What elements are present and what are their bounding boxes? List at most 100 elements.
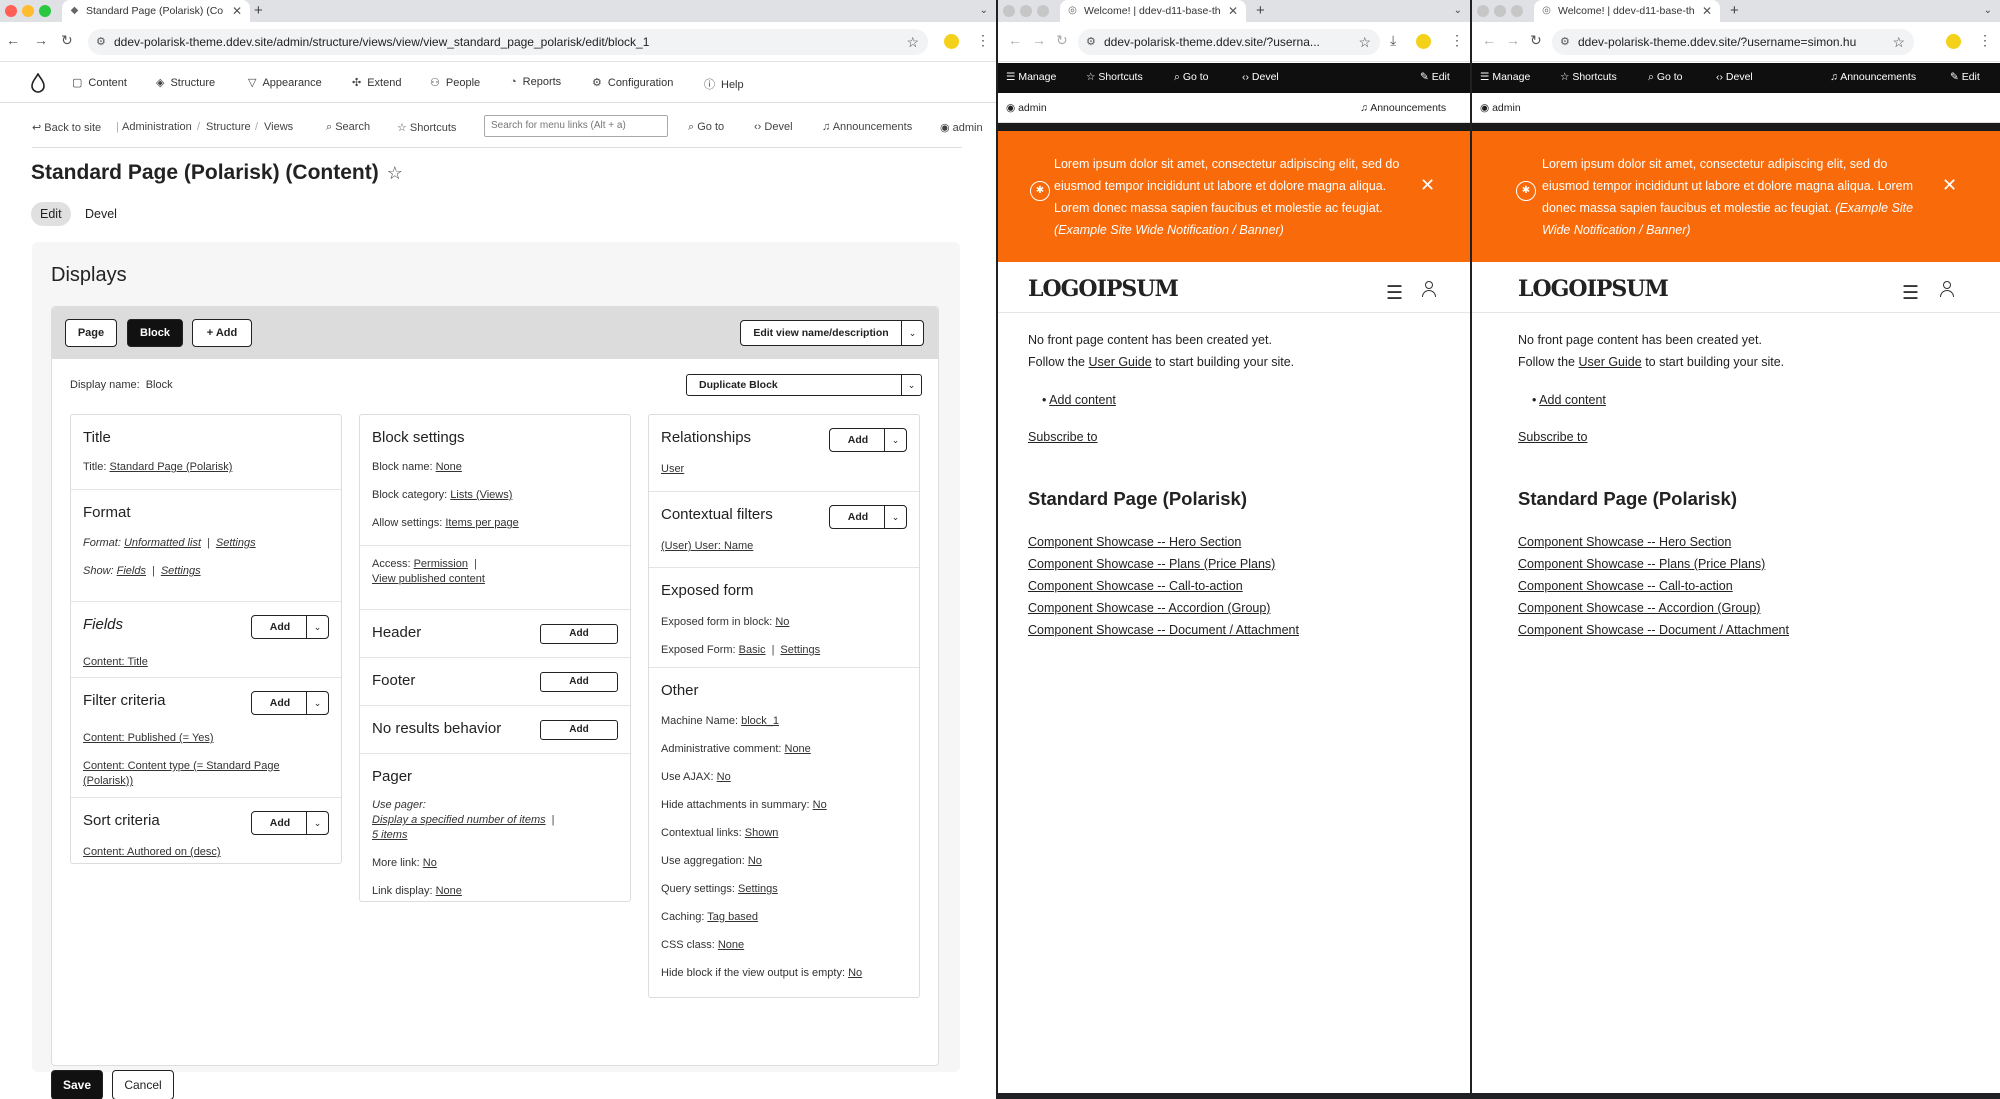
- goto-link[interactable]: ⌕ Go to: [688, 121, 724, 134]
- back-arrow-icon[interactable]: ←: [1482, 32, 1496, 48]
- forward-arrow-icon[interactable]: →: [34, 32, 48, 48]
- back-to-site-link[interactable]: ↩ Back to site: [32, 121, 101, 134]
- other-link[interactable]: Tag based: [707, 911, 758, 923]
- list-item[interactable]: Component Showcase -- Document / Attachm…: [1028, 623, 1299, 637]
- duplicate-block-dropbutton[interactable]: Duplicate Block ⌄: [686, 374, 922, 396]
- browser-menu-icon[interactable]: ⋮: [976, 32, 990, 49]
- add-content-link[interactable]: Add content: [1049, 393, 1116, 407]
- list-item[interactable]: Component Showcase -- Hero Section: [1028, 535, 1241, 549]
- close-tab-icon[interactable]: ✕: [232, 0, 242, 22]
- tab-search-chevron-icon[interactable]: ⌄: [980, 0, 988, 22]
- fields-add-dropbutton[interactable]: Add ⌄: [251, 615, 329, 639]
- other-link[interactable]: Shown: [745, 827, 779, 839]
- add-content-link[interactable]: Add content: [1539, 393, 1606, 407]
- toolbar-structure[interactable]: ◈ Structure: [156, 76, 215, 89]
- announcements-link[interactable]: ♫ Announcements: [1830, 71, 1916, 83]
- block-category-link[interactable]: Lists (Views): [450, 489, 512, 501]
- exposed-in-block-link[interactable]: No: [775, 616, 789, 628]
- manage-link[interactable]: ☰ Manage: [1006, 71, 1056, 83]
- url-field[interactable]: ⚙ ddev-polarisk-theme.ddev.site/admin/st…: [88, 29, 928, 55]
- new-tab-button[interactable]: +: [1730, 0, 1739, 22]
- chevron-down-icon[interactable]: ⌄: [901, 375, 921, 395]
- admin-user-link[interactable]: ◉ admin: [940, 121, 983, 134]
- goto-link[interactable]: ⌕ Go to: [1174, 71, 1209, 84]
- contextual-link[interactable]: (User) User: Name: [661, 540, 753, 552]
- bookmark-star-icon[interactable]: ☆: [1892, 29, 1905, 55]
- user-guide-link[interactable]: User Guide: [1578, 355, 1641, 369]
- site-info-icon[interactable]: ⚙: [96, 29, 106, 55]
- subscribe-link[interactable]: Subscribe to: [1518, 430, 1587, 444]
- access-perm-link[interactable]: View published content: [372, 573, 485, 585]
- bookmark-star-icon[interactable]: ☆: [1358, 29, 1371, 55]
- pager-items-link[interactable]: 5 items: [372, 829, 407, 841]
- breadcrumb-structure[interactable]: Structure: [206, 121, 251, 133]
- other-link[interactable]: No: [848, 967, 862, 979]
- save-button[interactable]: Save: [51, 1070, 103, 1099]
- hamburger-icon[interactable]: ☰: [1902, 282, 1919, 305]
- toolbar-extend[interactable]: ✣ Extend: [352, 76, 401, 89]
- reload-icon[interactable]: ↻: [1530, 32, 1542, 49]
- extension-icon[interactable]: [1416, 34, 1431, 49]
- window-controls[interactable]: [5, 4, 56, 22]
- list-item[interactable]: Component Showcase -- Accordion (Group): [1518, 601, 1760, 615]
- extension-icon[interactable]: [1946, 34, 1961, 49]
- reload-icon[interactable]: ↻: [1056, 32, 1068, 49]
- close-tab-icon[interactable]: ✕: [1702, 0, 1712, 22]
- title-link[interactable]: Standard Page (Polarisk): [110, 461, 233, 473]
- edit-view-name-label[interactable]: Edit view name/description: [741, 321, 901, 345]
- new-tab-button[interactable]: +: [1256, 0, 1265, 22]
- subscribe-link[interactable]: Subscribe to: [1028, 430, 1097, 444]
- list-item[interactable]: Component Showcase -- Call-to-action: [1028, 579, 1243, 593]
- chevron-down-icon[interactable]: ⌄: [306, 692, 328, 714]
- new-tab-button[interactable]: +: [254, 0, 263, 22]
- download-icon[interactable]: ⤓: [1390, 32, 1396, 49]
- header-add-button[interactable]: Add: [540, 624, 618, 644]
- goto-link[interactable]: ⌕ Go to: [1648, 71, 1683, 84]
- filter-link[interactable]: Content: Content type (= Standard Page: [83, 760, 280, 772]
- toolbar-content[interactable]: ▢ Content: [72, 76, 127, 89]
- star-icon[interactable]: ☆: [387, 163, 403, 183]
- other-link[interactable]: No: [717, 771, 731, 783]
- footer-add-button[interactable]: Add: [540, 672, 618, 692]
- back-arrow-icon[interactable]: ←: [6, 32, 20, 48]
- list-item[interactable]: Component Showcase -- Call-to-action: [1518, 579, 1733, 593]
- site-logo[interactable]: LOGOIPSUM: [1518, 276, 1669, 302]
- more-link-link[interactable]: No: [423, 857, 437, 869]
- toolbar-appearance[interactable]: ▽ Appearance: [248, 76, 322, 89]
- close-icon[interactable]: ✕: [1420, 175, 1435, 196]
- devel-link[interactable]: ‹› Devel: [1716, 71, 1753, 83]
- cancel-button[interactable]: Cancel: [112, 1070, 174, 1099]
- filter-add-dropbutton[interactable]: Add ⌄: [251, 691, 329, 715]
- announcements-link[interactable]: ♫ Announcements: [1360, 102, 1446, 114]
- close-tab-icon[interactable]: ✕: [1228, 0, 1238, 22]
- other-link[interactable]: No: [813, 799, 827, 811]
- search-link[interactable]: ⌕ Search: [326, 121, 370, 134]
- toolbar-help[interactable]: ⓘ Help: [704, 76, 744, 92]
- site-info-icon[interactable]: ⚙: [1560, 29, 1570, 55]
- url-field[interactable]: ⚙ ddev-polarisk-theme.ddev.site/?userna.…: [1078, 29, 1380, 55]
- shortcuts-link[interactable]: ☆ Shortcuts: [397, 121, 456, 134]
- admin-user-link[interactable]: ◉ admin: [1006, 102, 1047, 114]
- reload-icon[interactable]: ↻: [61, 32, 73, 49]
- relationships-add-dropbutton[interactable]: Add ⌄: [829, 428, 907, 452]
- bookmark-star-icon[interactable]: ☆: [906, 29, 919, 55]
- chevron-down-icon[interactable]: ⌄: [884, 429, 906, 451]
- show-settings-link[interactable]: Settings: [161, 565, 201, 577]
- display-name-link[interactable]: Block: [146, 379, 173, 391]
- breadcrumb-views[interactable]: Views: [264, 121, 293, 133]
- list-item[interactable]: Component Showcase -- Hero Section: [1518, 535, 1731, 549]
- drupal-drop-icon[interactable]: [30, 73, 46, 93]
- edit-link[interactable]: ✎ Edit: [1420, 71, 1450, 83]
- toolbar-configuration[interactable]: ⚙ Configuration: [592, 76, 673, 89]
- devel-link[interactable]: ‹› Devel: [1242, 71, 1279, 83]
- admin-user-link[interactable]: ◉ admin: [1480, 102, 1521, 114]
- pager-link[interactable]: Display a specified number of items: [372, 814, 546, 826]
- edit-view-name-dropbutton[interactable]: Edit view name/description ⌄: [740, 320, 924, 346]
- tab-search-chevron-icon[interactable]: ⌄: [1454, 0, 1462, 22]
- url-field[interactable]: ⚙ ddev-polarisk-theme.ddev.site/?usernam…: [1552, 29, 1914, 55]
- exposed-form-settings-link[interactable]: Settings: [780, 644, 820, 656]
- contextual-add-dropbutton[interactable]: Add ⌄: [829, 505, 907, 529]
- close-icon[interactable]: ✕: [1942, 175, 1957, 196]
- breadcrumb-administration[interactable]: Administration: [122, 121, 192, 133]
- toolbar-people[interactable]: ⚇ People: [430, 76, 480, 89]
